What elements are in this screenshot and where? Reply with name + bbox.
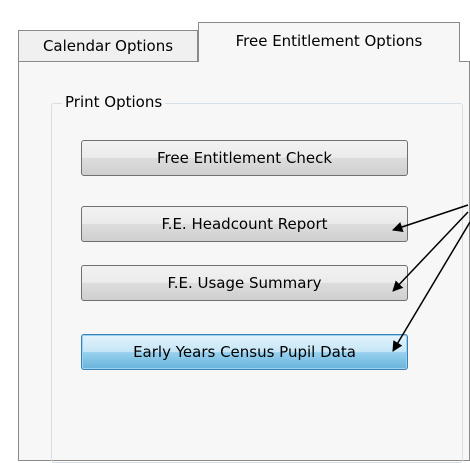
tab-free-entitlement-options[interactable]: Free Entitlement Options [198,22,460,62]
tab-calendar-options[interactable]: Calendar Options [18,30,198,61]
free-entitlement-check-button[interactable]: Free Entitlement Check [81,140,408,176]
fe-headcount-report-button[interactable]: F.E. Headcount Report [81,206,408,242]
early-years-census-pupil-data-button[interactable]: Early Years Census Pupil Data [81,334,408,370]
print-options-group-label: Print Options [62,92,166,112]
fe-usage-summary-button[interactable]: F.E. Usage Summary [81,265,408,301]
